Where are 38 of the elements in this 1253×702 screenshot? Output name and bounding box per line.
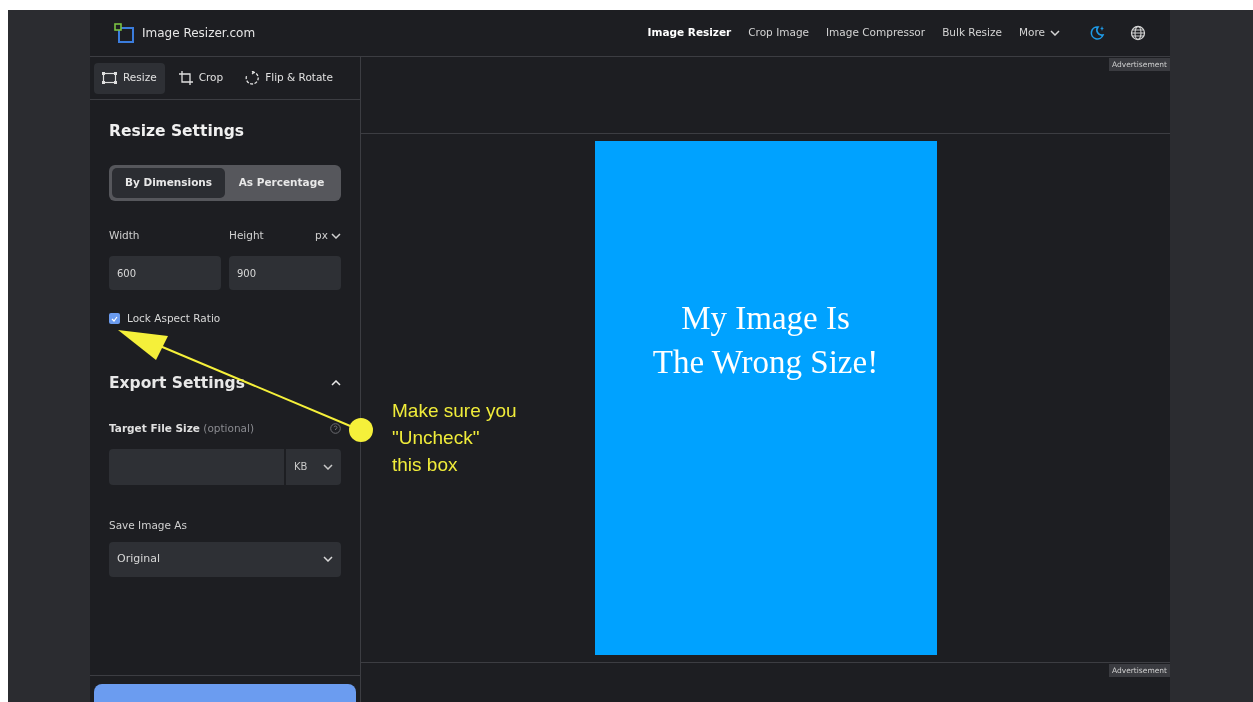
checkbox[interactable] (109, 313, 120, 325)
annotation-text: Make sure you "Uncheck" this box (392, 399, 517, 477)
tool-tab[interactable]: Flip & Rotate (237, 62, 341, 94)
image-text: My Image Is (681, 299, 850, 338)
moon-icon[interactable] (1089, 25, 1105, 41)
rotate-icon (245, 71, 260, 85)
field-label: Height (229, 228, 264, 244)
image-text: The Wrong Size! (652, 343, 879, 382)
field-label: Target File Size (optional) (109, 421, 255, 436)
globe-icon[interactable] (1130, 25, 1146, 41)
nav-link[interactable]: Crop Image (748, 25, 809, 41)
tool-tab[interactable]: Crop (170, 62, 232, 94)
logo-text[interactable]: Image Resizer.com (142, 24, 256, 42)
field-label: Save Image As (109, 517, 188, 533)
nav-link[interactable]: Image Resizer (647, 25, 732, 41)
chevron-down-icon (323, 556, 333, 562)
help-icon[interactable] (330, 423, 341, 435)
section-title: Resize Settings (109, 121, 246, 142)
unit-dropdown[interactable]: KB (286, 448, 341, 485)
height-input[interactable]: 900 (229, 256, 341, 290)
unit-dropdown[interactable]: px (315, 228, 341, 244)
frame-icon (102, 72, 117, 84)
field-label: Width (109, 228, 141, 244)
format-dropdown[interactable]: Original (109, 541, 341, 577)
mode-option[interactable]: As Percentage (225, 168, 338, 199)
mode-option[interactable]: By Dimensions (112, 168, 225, 199)
nav-link[interactable]: Image Compressor (826, 25, 926, 41)
caret-icon (1050, 30, 1060, 36)
crop-icon (178, 71, 193, 85)
width-input[interactable]: 600 (109, 256, 221, 290)
logo-icon (114, 23, 134, 43)
section-title: Export Settings (109, 372, 245, 394)
checkbox-label: Lock Aspect Ratio (127, 311, 221, 326)
nav-link[interactable]: Bulk Resize (942, 25, 1002, 41)
chevron-down-icon (323, 463, 333, 470)
tool-tab[interactable]: Resize (94, 62, 165, 94)
nav-link[interactable]: More (1018, 25, 1060, 41)
chevron-down-icon (331, 233, 341, 240)
